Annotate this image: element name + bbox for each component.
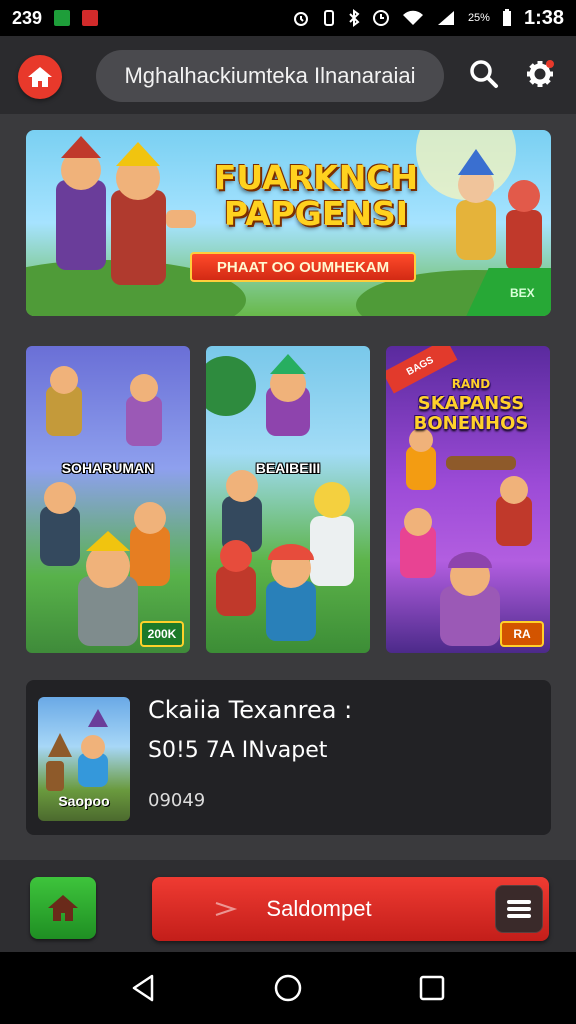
menu-button[interactable] — [495, 885, 543, 933]
card2-artwork — [206, 354, 354, 641]
banner-cta[interactable]: PHAAT OO OUMHEKAM — [190, 252, 416, 282]
home-button[interactable] — [18, 55, 62, 99]
menu-icon — [507, 900, 531, 918]
banner-corner-tag-text: BEX — [509, 286, 535, 300]
game-card-1[interactable]: SOHARUMAN 200K — [26, 346, 190, 653]
search-bar-text: Mghalhackiumteka Ilnanaraiai — [124, 63, 416, 88]
primary-action-label: Saldompet — [266, 896, 372, 921]
bottom-action-bar: Saldompet — [0, 860, 576, 952]
green-app-icon — [54, 10, 71, 26]
status-left: 239 — [12, 7, 99, 29]
card3-title: RAND SKAPANSS BONENHOS — [396, 374, 546, 434]
status-right: 25% 1:38 — [292, 7, 564, 30]
signal-icon — [437, 11, 454, 25]
card1-badge: 200K — [140, 621, 184, 647]
wifi-icon — [402, 10, 423, 25]
featured-thumbnail[interactable]: Saopoo — [38, 697, 130, 821]
home-icon — [48, 895, 78, 921]
primary-action-button[interactable]: Saldompet — [152, 877, 549, 941]
featured-info-panel[interactable]: Saopoo Ckaiia Texanrea : S0!5 7A INvapet… — [26, 680, 551, 835]
banner-title: FUARKNCH PAPGENSI — [196, 160, 436, 232]
app-bar: Mghalhackiumteka Ilnanaraiai — [0, 36, 576, 114]
alarm-icon — [293, 12, 308, 26]
status-bar: 239 25% 1:38 — [0, 0, 576, 36]
card2-label: BEAIBEIII — [255, 460, 321, 476]
card1-label: SOHARUMAN — [61, 460, 155, 476]
card3-badge: RA — [500, 621, 544, 647]
red-app-icon — [82, 10, 99, 26]
bluetooth-icon — [349, 9, 360, 27]
search-icon[interactable] — [468, 58, 500, 90]
home-icon — [28, 67, 52, 87]
home-circle-icon[interactable] — [272, 972, 304, 1004]
back-icon[interactable] — [128, 972, 160, 1004]
card3-title-text: SKAPANSS BONENHOS — [413, 393, 529, 434]
banner-title-line2: PAPGENSI — [223, 194, 409, 233]
featured-subtitle: S0!5 7A INvapet — [148, 738, 328, 763]
system-nav-bar — [0, 952, 576, 1024]
hero-banner[interactable]: FUARKNCH PAPGENSI PHAAT OO OUMHEKAM BEX — [26, 130, 551, 316]
featured-meta: 09049 — [148, 790, 206, 811]
status-time: 1:38 — [523, 6, 564, 29]
battery-percent: 25% — [467, 12, 490, 24]
card3-top-label: RAND — [451, 377, 491, 391]
search-bar[interactable]: Mghalhackiumteka Ilnanaraiai — [96, 50, 444, 102]
clock-icon — [372, 10, 389, 26]
recents-icon[interactable] — [416, 972, 448, 1004]
card1-artwork — [40, 366, 170, 646]
vibrate-icon — [323, 10, 334, 26]
game-card-2[interactable]: BEAIBEIII — [206, 346, 370, 653]
card3-badge-text: RA — [513, 627, 531, 641]
featured-title: Ckaiia Texanrea : — [148, 696, 353, 724]
gear-icon[interactable] — [524, 58, 556, 90]
card1-badge-text: 200K — [147, 627, 177, 641]
status-left-text: 239 — [12, 7, 43, 28]
game-card-3[interactable]: BAGS RAND SKAPANSS BONENHOS RA — [386, 346, 550, 653]
banner-cta-label: PHAAT OO OUMHEKAM — [216, 258, 390, 276]
banner-title-line1: FUARKNCH — [213, 158, 419, 197]
home-square-button[interactable] — [30, 877, 96, 939]
thumbnail-label: Saopoo — [58, 793, 110, 809]
battery-icon — [502, 9, 511, 26]
